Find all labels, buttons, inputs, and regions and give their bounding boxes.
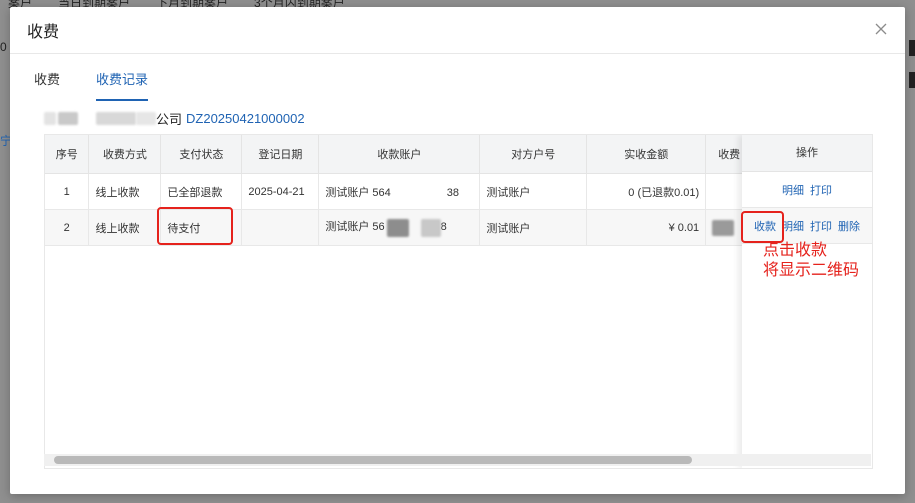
cell-date: 2025-04-21 — [241, 173, 320, 210]
bg-right-edge — [909, 72, 915, 88]
detail-link[interactable]: 明细 — [782, 182, 804, 198]
print-link[interactable]: 打印 — [810, 182, 832, 198]
company-suffix: 公司 — [156, 111, 183, 127]
scrollbar-thumb[interactable] — [54, 456, 692, 464]
actions-column: 操作 明细 打印 收款 明细 打印 删除 — [742, 135, 872, 468]
delete-link[interactable]: 删除 — [838, 218, 860, 234]
redacted-text — [712, 219, 735, 236]
horizontal-scrollbar[interactable] — [44, 454, 871, 466]
dialog-tabs: 收费 收费记录 — [34, 69, 149, 101]
dialog-title: 收费 — [27, 24, 60, 41]
bg-left-text: 0 — [0, 40, 7, 54]
cell-no: 2 — [45, 209, 90, 246]
cell-account: 测试账户 564 38 — [318, 173, 481, 210]
company-info: 公司 DZ20250421000002 — [44, 110, 305, 127]
cell-status: 已全部退款 — [160, 173, 243, 210]
account-suffix: 38 — [446, 186, 460, 199]
account-prefix: 测试账户 56 — [325, 221, 385, 234]
col-header: 实收金额 — [586, 135, 707, 174]
redacted-text — [44, 111, 56, 125]
document-number[interactable]: DZ20250421000002 — [186, 111, 305, 126]
col-header: 登记日期 — [241, 135, 320, 174]
cell-no: 1 — [45, 173, 90, 210]
cell-counterparty: 测试账户 — [479, 173, 588, 210]
annotation-line: 将显示二维码 — [763, 262, 860, 279]
highlight-pending-status — [157, 207, 233, 245]
cell-counterparty: 测试账户 — [479, 209, 588, 246]
cell-account: 测试账户 56 8 — [318, 209, 481, 246]
redacted-text — [136, 111, 156, 125]
tab-charge[interactable]: 收费 — [34, 69, 60, 99]
bg-right-edge — [909, 40, 915, 56]
close-icon[interactable] — [874, 22, 888, 36]
redacted-text — [96, 111, 136, 125]
col-header: 序号 — [45, 135, 90, 174]
tab-charge-records[interactable]: 收费记录 — [96, 69, 149, 101]
print-link[interactable]: 打印 — [810, 218, 832, 234]
col-header: 支付状态 — [160, 135, 243, 174]
highlight-collect-button — [741, 211, 784, 243]
col-header: 收费方式 — [88, 135, 162, 174]
row-actions: 明细 打印 — [742, 172, 872, 208]
col-header: 收款账户 — [318, 135, 481, 174]
annotation-text: 点击收款 将显示二维码 — [763, 241, 859, 281]
account-prefix: 测试账户 564 — [325, 186, 391, 199]
col-header-actions: 操作 — [742, 135, 872, 172]
annotation-line: 点击收款 — [763, 242, 828, 259]
dialog-header: 收费 — [10, 7, 905, 54]
redacted-text — [386, 218, 409, 237]
detail-link[interactable]: 明细 — [782, 218, 804, 234]
cell-date — [241, 209, 320, 246]
charge-records-table: 序号 收费方式 支付状态 登记日期 收款账户 对方户号 实收金额 收费 1 线上… — [44, 134, 873, 469]
col-header: 对方户号 — [479, 135, 588, 174]
account-suffix: 8 — [440, 221, 447, 234]
redacted-text — [420, 218, 441, 237]
cell-amount: ¥ 0.01 — [586, 209, 707, 246]
cell-amount: 0 (已退款0.01) — [586, 173, 707, 210]
cell-method: 线上收款 — [88, 209, 162, 246]
cell-method: 线上收款 — [88, 173, 162, 210]
redacted-text — [58, 111, 78, 125]
